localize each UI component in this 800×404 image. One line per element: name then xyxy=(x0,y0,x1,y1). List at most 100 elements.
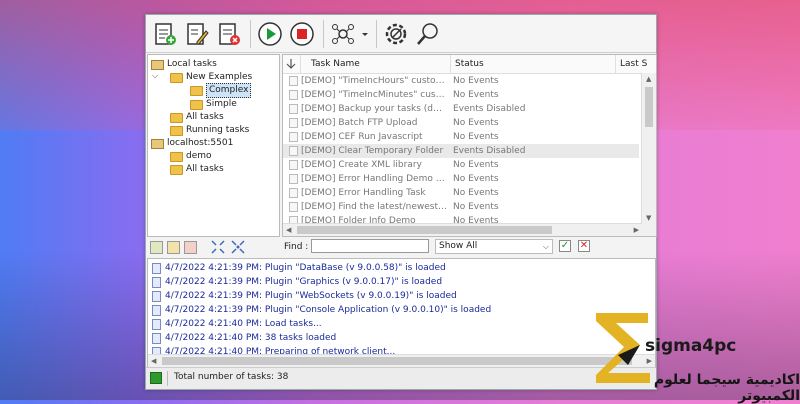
vertical-scrollbar[interactable]: ▲ ▼ xyxy=(641,73,656,236)
search-button[interactable] xyxy=(413,19,443,49)
tree-item-label: Local tasks xyxy=(167,59,217,69)
expand-all-icon[interactable] xyxy=(211,240,225,254)
task-status-cell: Events Disabled xyxy=(453,146,526,156)
task-grid[interactable]: Task Name Status Last S [DEMO] "TimeIncH… xyxy=(282,54,657,237)
tree-item-localhost[interactable]: localhost:5501 xyxy=(151,137,233,150)
delete-folder-button[interactable] xyxy=(184,240,197,254)
task-icon xyxy=(289,174,298,184)
delete-task-button[interactable] xyxy=(214,19,244,49)
log-line: 4/7/2022 4:21:40 PM: Load tasks... xyxy=(152,318,322,331)
tree-item-label: demo xyxy=(186,151,212,161)
log-line: 4/7/2022 4:21:39 PM: Plugin "Console App… xyxy=(152,304,491,317)
task-status-cell: No Events xyxy=(453,118,499,128)
info-icon xyxy=(152,277,161,288)
column-header-status[interactable]: Status xyxy=(451,55,616,73)
collapse-icon[interactable]: ⌵ xyxy=(152,71,158,81)
new-task-button[interactable] xyxy=(150,19,180,49)
collapse-all-icon[interactable] xyxy=(231,240,245,254)
task-name-cell: [DEMO] Clear Temporary Folder xyxy=(301,146,444,156)
task-icon xyxy=(289,188,298,198)
horizontal-scrollbar[interactable]: ◀ ▶ xyxy=(283,223,642,236)
find-input[interactable] xyxy=(311,239,429,253)
sort-arrow-header[interactable] xyxy=(283,55,301,73)
log-horizontal-scrollbar[interactable]: ◀ ▶ xyxy=(148,354,655,367)
task-name-cell: [DEMO] CEF Run Javascript xyxy=(301,132,423,142)
find-label: Find : xyxy=(284,242,309,252)
tree-item-demo[interactable]: demo xyxy=(170,150,212,163)
stop-button[interactable] xyxy=(287,19,317,49)
task-icon xyxy=(289,160,298,170)
column-header-task-name[interactable]: Task Name xyxy=(301,55,451,73)
task-status-cell: Events Disabled xyxy=(453,104,526,114)
task-status-cell: No Events xyxy=(453,160,499,170)
add-folder-button[interactable] xyxy=(150,240,163,254)
task-name-cell: [DEMO] "TimeIncMinutes" custom ... xyxy=(301,90,447,100)
table-row[interactable]: [DEMO] Error Handling Demo (Se... No Even… xyxy=(283,172,639,186)
folder-icon xyxy=(190,99,203,110)
table-row[interactable]: [DEMO] Find the latest/newest m... No Eve… xyxy=(283,200,639,214)
scroll-right-icon[interactable]: ▶ xyxy=(634,226,639,234)
table-row[interactable]: [DEMO] Backup your tasks (daily ... Event… xyxy=(283,102,639,116)
network-button[interactable] xyxy=(328,19,358,49)
task-name-cell: [DEMO] Batch FTP Upload xyxy=(301,118,418,128)
table-row[interactable]: [DEMO] Error Handling Task No Events xyxy=(283,186,639,200)
info-icon xyxy=(152,333,161,344)
tree-item-complex[interactable]: Complex xyxy=(190,83,252,98)
log-panel[interactable]: 4/7/2022 4:21:39 PM: Plugin "DataBase (v… xyxy=(147,258,656,368)
folder-icon xyxy=(190,85,203,96)
table-row[interactable]: [DEMO] "TimeIncMinutes" custom ... No Eve… xyxy=(283,88,639,102)
table-row[interactable]: [DEMO] Batch FTP Upload No Events xyxy=(283,116,639,130)
show-filter-select[interactable]: Show All ⌵ xyxy=(435,239,553,254)
tree-item-label: Simple xyxy=(206,99,237,109)
task-name-cell: [DEMO] Create XML library xyxy=(301,160,422,170)
log-scroll-thumb[interactable] xyxy=(162,357,632,365)
log-text: 4/7/2022 4:21:40 PM: Load tasks... xyxy=(165,319,322,329)
log-text: 4/7/2022 4:21:39 PM: Plugin "Console App… xyxy=(165,305,492,315)
run-button[interactable] xyxy=(255,19,285,49)
task-name-cell: [DEMO] Error Handling Task xyxy=(301,188,426,198)
table-row[interactable]: [DEMO] CEF Run Javascript No Events xyxy=(283,130,639,144)
tree-item-label: Complex xyxy=(206,83,252,98)
apply-filter-button[interactable]: ✓ xyxy=(559,240,571,252)
server-icon xyxy=(151,138,164,149)
status-indicator-icon xyxy=(150,372,162,384)
table-row-selected[interactable]: [DEMO] Clear Temporary Folder Events Disa… xyxy=(283,144,639,158)
task-icon xyxy=(289,76,298,86)
task-name-cell: [DEMO] "TimeIncHours" custom f... xyxy=(301,76,447,86)
settings-button[interactable] xyxy=(381,19,411,49)
task-status-cell: No Events xyxy=(453,90,499,100)
tree-item-all-tasks-remote[interactable]: All tasks xyxy=(170,163,224,176)
info-icon xyxy=(152,263,161,274)
grid-header: Task Name Status Last S xyxy=(283,55,656,74)
status-bar: Total number of tasks: 38 xyxy=(146,367,656,389)
settings-icon xyxy=(385,23,407,44)
table-row[interactable]: [DEMO] Create XML library No Events xyxy=(283,158,639,172)
tree-item-simple[interactable]: Simple xyxy=(190,98,237,111)
task-status-cell: No Events xyxy=(453,76,499,86)
scroll-left-icon[interactable]: ◀ xyxy=(286,226,291,234)
column-header-last-start[interactable]: Last S xyxy=(616,55,656,73)
scroll-up-icon[interactable]: ▲ xyxy=(646,75,651,83)
toolbar xyxy=(146,15,656,53)
tree-item-label: Running tasks xyxy=(186,125,250,135)
task-name-cell: [DEMO] Find the latest/newest m... xyxy=(301,202,447,212)
edit-folder-button[interactable] xyxy=(167,240,180,254)
table-row[interactable]: [DEMO] "TimeIncHours" custom f... No Even… xyxy=(283,74,639,88)
task-tree[interactable]: Local tasks ⌵ New Examples Complex Simpl… xyxy=(147,54,280,237)
check-icon: ✓ xyxy=(560,240,570,251)
network-dropdown-button[interactable] xyxy=(360,19,370,49)
tree-item-all-tasks[interactable]: All tasks xyxy=(170,111,224,124)
edit-task-button[interactable] xyxy=(182,19,212,49)
network-icon xyxy=(332,23,354,44)
tree-item-local-tasks[interactable]: Local tasks xyxy=(151,58,217,71)
tree-item-running-tasks[interactable]: Running tasks xyxy=(170,124,249,137)
log-text: 4/7/2022 4:21:39 PM: Plugin "Graphics (v… xyxy=(165,277,443,287)
vertical-scroll-thumb[interactable] xyxy=(645,87,653,127)
scroll-left-icon[interactable]: ◀ xyxy=(151,357,156,365)
clear-filter-button[interactable]: ✕ xyxy=(578,240,590,252)
log-text: 4/7/2022 4:21:39 PM: Plugin "DataBase (v… xyxy=(165,263,446,273)
task-status-cell: No Events xyxy=(453,188,499,198)
horizontal-scroll-thumb[interactable] xyxy=(297,226,552,234)
scroll-down-icon[interactable]: ▼ xyxy=(646,214,651,222)
brand-tagline: اكاديمية سيجما لعلوم الكمبيوتر xyxy=(653,372,800,404)
